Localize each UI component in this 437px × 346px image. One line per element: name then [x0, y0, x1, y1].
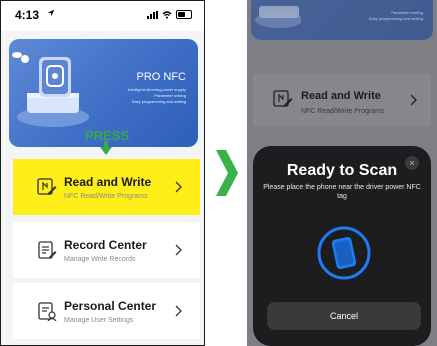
phone-scan-icon [317, 226, 371, 280]
nfc-device-illustration [12, 52, 89, 127]
menu-subtitle: NFC Read/Write Programs [301, 108, 385, 115]
battery-icon [176, 10, 192, 19]
menu-title: Read and Write [301, 90, 381, 102]
hero-tagline: Easy programming and setting [368, 16, 423, 21]
record-center-card[interactable]: Record Center Manage Write Records [13, 222, 200, 278]
menu-subtitle: NFC Read/Write Programs [64, 193, 148, 200]
hero-tagline: Intelligent dimming power supply [127, 87, 186, 92]
sheet-message: Please place the phone near the driver p… [263, 184, 421, 200]
chevron-right-icon [175, 305, 182, 317]
user-settings-icon [38, 302, 57, 321]
status-bar: 4:13 [1, 1, 204, 31]
chevron-right-icon [175, 181, 182, 193]
location-arrow-icon [47, 9, 55, 17]
nfc-scan-sheet: × Ready to Scan Please place the phone n… [253, 146, 431, 346]
menu-subtitle: Manage User Settings [64, 317, 134, 324]
hero-banner-dimmed: Parameter setting Easy programming and s… [251, 0, 433, 40]
chevron-right-icon [175, 244, 182, 256]
signal-icon [147, 10, 158, 19]
left-phone-screen: 4:13 PRO NFC Intelligent dimming power s… [0, 0, 205, 346]
menu-title: Personal Center [64, 299, 157, 313]
nfc-read-write-icon [37, 178, 57, 195]
nfc-read-write-icon [273, 90, 293, 107]
sheet-title: Ready to Scan [286, 162, 398, 179]
menu-subtitle: Manage Write Records [64, 256, 136, 263]
hero-tagline: Parameter setting [391, 10, 423, 15]
right-phone-screen: Parameter setting Easy programming and s… [247, 0, 437, 346]
hero-tagline: Parameter setting [154, 93, 186, 98]
chevron-right-icon [410, 94, 417, 106]
menu-title: Record Center [64, 238, 147, 252]
personal-center-card[interactable]: Personal Center Manage User Settings [13, 283, 200, 339]
status-icons [147, 10, 192, 19]
hero-title: PRO NFC [136, 71, 187, 83]
down-arrow-icon [100, 141, 112, 155]
nfc-device-illustration [255, 6, 301, 28]
menu-title: Read and Write [64, 175, 152, 189]
read-write-card[interactable]: Read and Write NFC Read/Write Programs [13, 159, 200, 215]
hero-tagline: Easy programming and setting [131, 99, 186, 104]
wifi-icon [162, 10, 172, 19]
cancel-button[interactable]: Cancel [267, 302, 421, 330]
record-document-icon [38, 241, 57, 259]
status-time: 4:13 [15, 8, 40, 22]
chevron-right-icon [216, 150, 238, 196]
read-write-card-dimmed: Read and Write NFC Read/Write Programs [253, 74, 431, 126]
